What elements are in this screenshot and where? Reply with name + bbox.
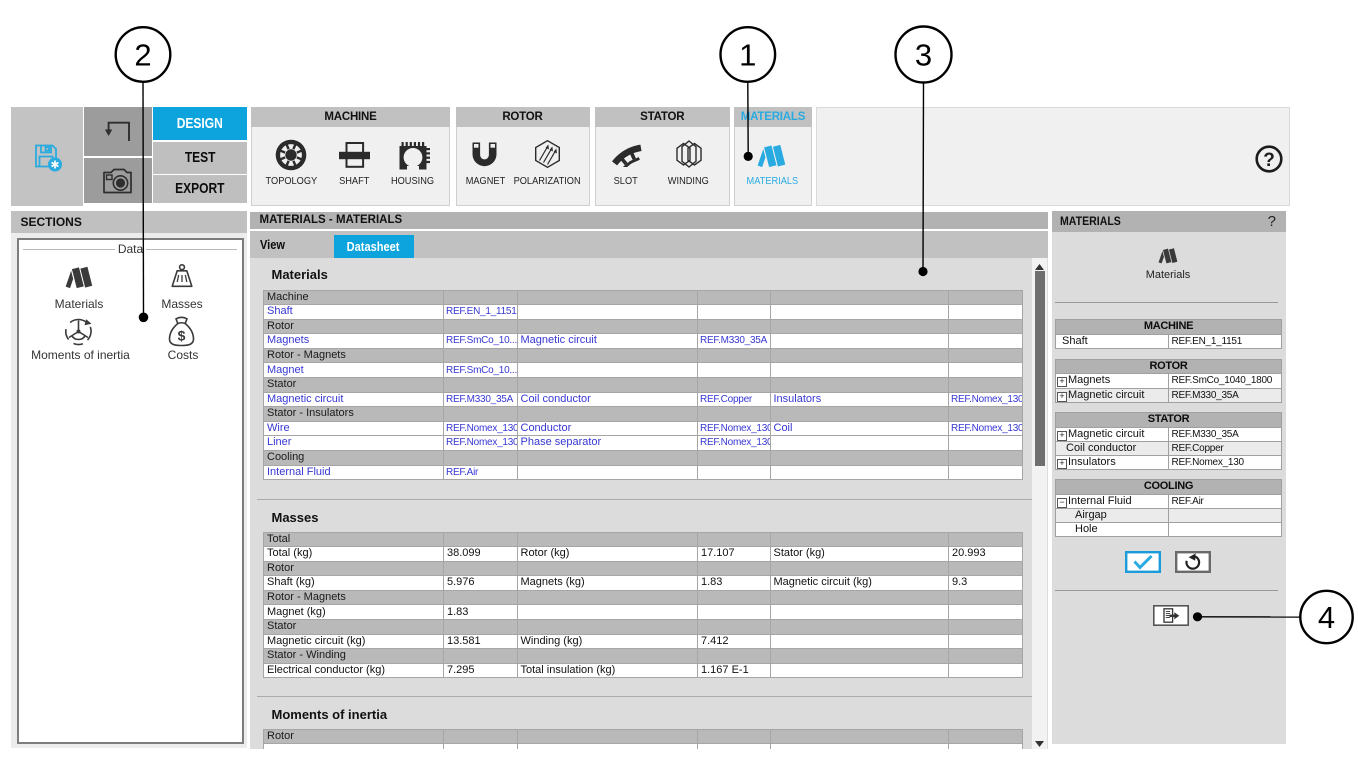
svg-text:3: 3 <box>915 38 932 73</box>
svg-text:1: 1 <box>739 38 756 73</box>
svg-text:2: 2 <box>134 38 151 73</box>
svg-text:4: 4 <box>1318 600 1335 635</box>
